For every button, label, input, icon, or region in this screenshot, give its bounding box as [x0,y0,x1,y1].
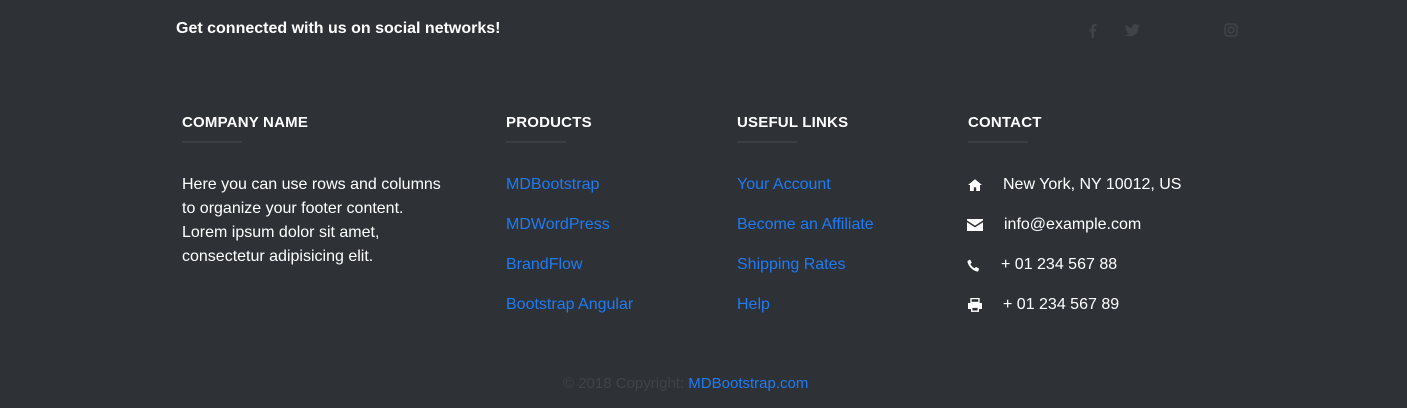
useful-link-shipping-rates[interactable]: Shipping Rates [737,255,846,275]
useful-links-heading: Useful links [737,114,849,131]
company-heading: Company name [182,114,309,131]
company-divider [182,141,242,143]
copyright-link[interactable]: MDBootstrap.com [688,375,808,392]
products-link-brandflow[interactable]: BrandFlow [506,255,582,275]
facebook-icon[interactable] [1084,22,1100,38]
contact-heading: Contact [968,114,1042,131]
contact-email: info@example.com [1004,216,1142,233]
print-icon [967,296,985,314]
products-link-bootstrap-angular[interactable]: Bootstrap Angular [506,295,633,315]
useful-link-become-affiliate[interactable]: Become an Affiliate [737,215,874,235]
useful-link-your-account[interactable]: Your Account [737,175,831,195]
products-link-mdwordpress[interactable]: MDWordPress [506,215,610,235]
contact-fax: + 01 234 567 89 [1003,296,1120,313]
home-icon [967,176,985,194]
instagram-icon[interactable] [1223,22,1239,38]
products-divider [506,141,566,143]
useful-links-divider [737,141,797,143]
envelope-icon [967,216,985,234]
contact-address: New York, NY 10012, US [1003,176,1182,193]
twitter-icon[interactable] [1124,22,1140,38]
products-heading: Products [506,114,592,131]
contact-divider [968,141,1028,143]
products-link-mdbootstrap[interactable]: MDBootstrap [506,175,599,195]
useful-link-help[interactable]: Help [737,295,770,315]
phone-icon [967,256,985,274]
contact-phone: + 01 234 567 88 [1001,256,1118,273]
company-description: Here you can use rows and columns to org… [182,176,441,265]
copyright-prefix: © 2018 Copyright: [563,375,685,392]
social-bar-title: Get connected with us on social networks… [176,20,501,37]
copyright: © 2018 Copyright: MDBootstrap.com [563,374,808,394]
